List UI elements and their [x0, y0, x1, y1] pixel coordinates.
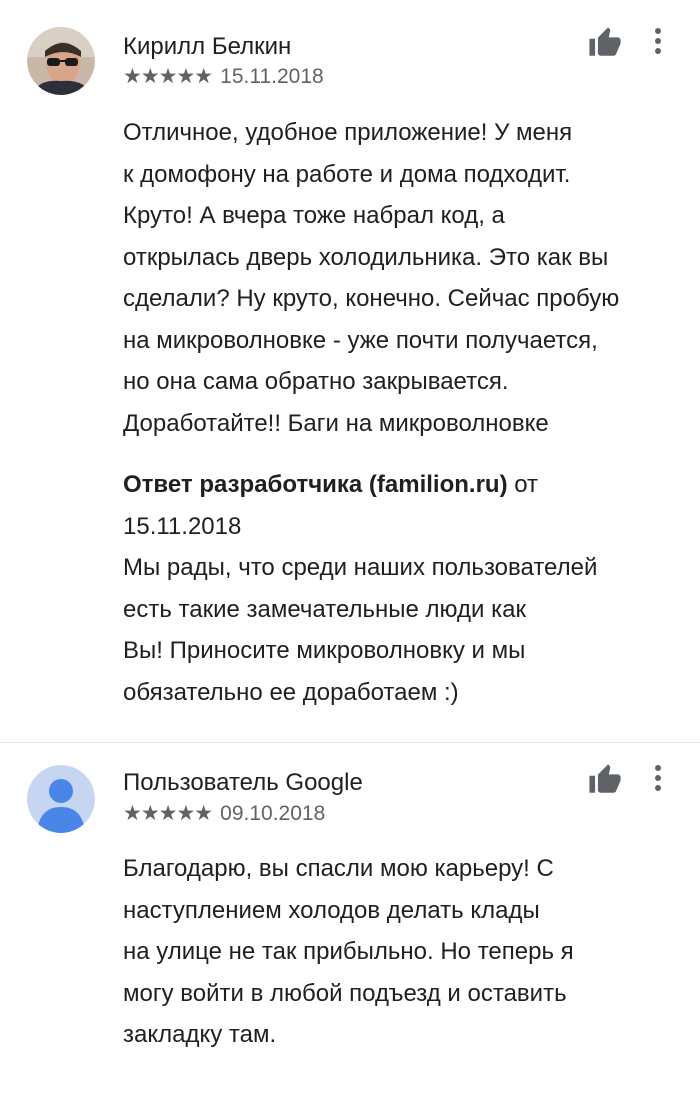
avatar[interactable] — [27, 27, 95, 95]
review-body: Благодарю, вы спасли мою карьеру! С наст… — [123, 848, 693, 1056]
review-card: Кирилл Белкин ★★★★★ 15.11.2018 Отличное,… — [0, 0, 700, 745]
review-meta: ★★★★★ 09.10.2018 — [123, 801, 325, 826]
review-card: Пользователь Google ★★★★★ 09.10.2018 Бла… — [0, 745, 700, 1096]
review-text-line: могу войти в любой подъезд и оставить — [123, 979, 567, 1007]
review-date: 15.11.2018 — [220, 64, 324, 88]
developer-reply-line: Вы! Приносите микроволновку и мы — [123, 637, 526, 664]
review-text-line: к домофону на работе и дома подходит. — [123, 160, 571, 188]
thumbs-up-icon — [589, 764, 621, 793]
developer-reply-date: 15.11.2018 — [123, 512, 242, 540]
developer-reply-line: обязательно ее доработаем :) — [123, 678, 459, 706]
review-text-line: сделали? Ну круто, конечно. Сейчас пробу… — [123, 285, 620, 312]
developer-reply-line: Мы рады, что среди наших пользователей — [123, 554, 598, 581]
review-divider — [0, 742, 700, 743]
review-text-line: открылась дверь холодильника. Это как вы — [123, 243, 609, 271]
like-button[interactable] — [588, 26, 622, 60]
developer-reply-line: есть такие замечательные люди как — [123, 595, 526, 623]
more-options-button[interactable] — [648, 27, 668, 57]
review-text-line: закладку там. — [123, 1021, 277, 1048]
more-vertical-icon — [655, 28, 661, 54]
review-text-line: на улице не так прибыльно. Но теперь я — [123, 938, 574, 965]
review-date: 09.10.2018 — [220, 801, 326, 825]
more-vertical-icon — [655, 765, 661, 791]
developer-reply-heading-line: Ответ разработчика (familion.ru) от — [123, 464, 693, 506]
user-photo-avatar-icon — [27, 27, 95, 95]
review-text-line: Доработайте!! Баги на микроволновке — [123, 409, 549, 437]
review-text-line: Благодарю, вы спасли мою карьеру! С — [123, 855, 554, 882]
more-options-button[interactable] — [648, 764, 668, 794]
review-author: Пользователь Google — [123, 769, 363, 796]
avatar[interactable] — [27, 765, 95, 833]
review-text-line: Круто! А вчера тоже набрал код, а — [123, 202, 505, 229]
review-body: Отличное, удобное приложение! У меня к д… — [123, 112, 693, 444]
star-rating: ★★★★★ — [123, 65, 213, 88]
star-rating: ★★★★★ — [123, 802, 213, 825]
thumbs-up-icon — [589, 27, 621, 56]
like-button[interactable] — [588, 763, 622, 797]
default-user-avatar-icon — [27, 765, 95, 833]
developer-reply-heading: Ответ разработчика (familion.ru) — [123, 471, 508, 498]
review-text-line: но она сама обратно закрывается. — [123, 368, 509, 395]
developer-reply: Ответ разработчика (familion.ru) от 15.1… — [123, 464, 693, 713]
review-text-line: Отличное, удобное приложение! У меня — [123, 119, 573, 146]
review-meta: ★★★★★ 15.11.2018 — [123, 64, 324, 89]
review-author: Кирилл Белкин — [123, 33, 292, 60]
review-text-line: наступлением холодов делать клады — [123, 896, 540, 924]
review-text-line: на микроволновке - уже почти получается, — [123, 326, 598, 354]
developer-reply-from: от — [507, 471, 539, 498]
